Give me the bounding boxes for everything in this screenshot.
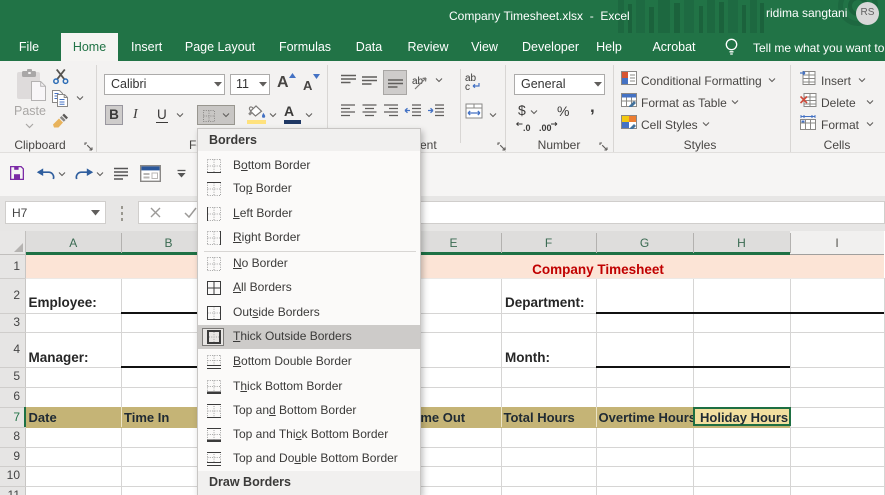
svg-text:c: c	[465, 82, 470, 91]
svg-text:.00: .00	[539, 123, 552, 133]
svg-text:.0: .0	[523, 123, 531, 133]
